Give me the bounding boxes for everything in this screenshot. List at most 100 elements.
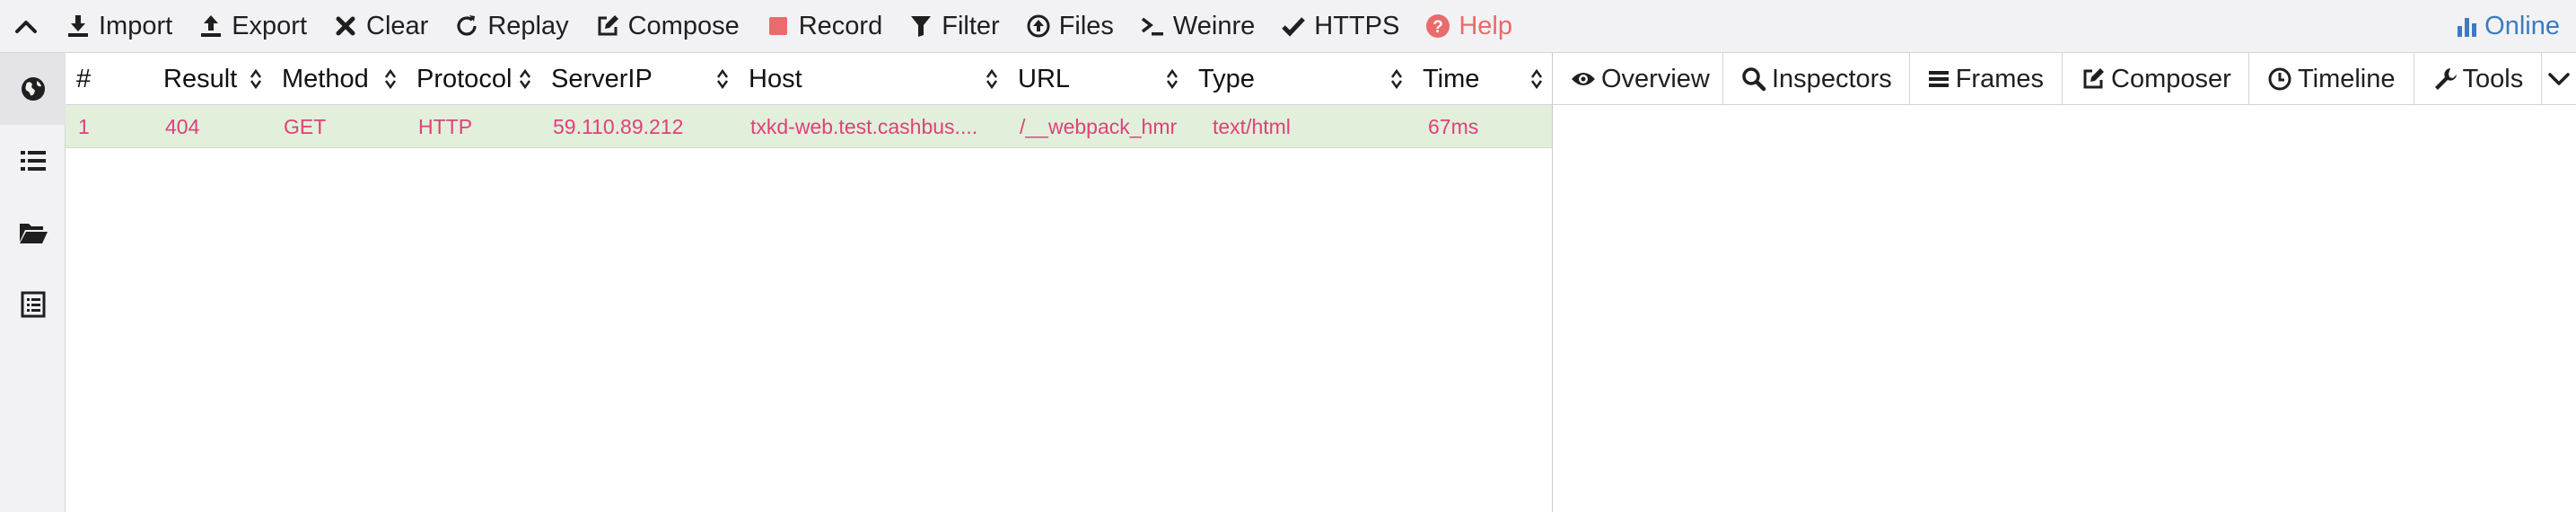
menu-icon [1928,66,1950,92]
column-header-method[interactable]: Method [271,53,406,105]
tab-label: Overview [1601,64,1710,93]
tab-frames[interactable]: Frames [1910,53,2063,105]
question-circle-icon: ? [1424,13,1451,40]
export-button[interactable]: Export [185,0,320,53]
https-button[interactable]: HTTPS [1267,0,1412,53]
filter-button[interactable]: Filter [895,0,1012,53]
column-header-time[interactable]: Time [1412,53,1552,105]
chevron-down-icon [2548,73,2570,85]
column-header-host[interactable]: Host [738,53,1007,105]
files-label: Files [1058,11,1114,40]
table-row[interactable]: 1 404 GET HTTP 59.110.89.212 txkd-web.te… [66,105,1552,148]
column-header-label: Host [749,64,802,93]
online-button[interactable]: Online [2456,0,2560,53]
upload-circle-icon [1025,13,1052,40]
tab-label: Timeline [2298,64,2396,93]
export-icon [197,13,224,40]
check-icon [1280,13,1307,40]
cell-number: 1 [78,114,90,138]
https-label: HTTPS [1314,11,1400,40]
collapse-toolbar-button[interactable] [0,0,52,53]
files-button[interactable]: Files [1012,0,1126,53]
edit-icon [594,13,621,40]
sort-icon [1390,68,1403,90]
edit-icon [2081,66,2106,92]
network-table: # Result Method Protocol ServerIP Host U… [66,53,1553,512]
sort-icon [716,68,729,90]
import-button[interactable]: Import [52,0,185,53]
rail-log-button[interactable] [0,269,66,340]
clock-icon [2267,66,2292,92]
rail-list-button[interactable] [0,125,66,197]
chevron-up-icon [15,21,37,33]
tab-tools[interactable]: Tools [2414,53,2543,105]
column-header-url[interactable]: URL [1007,53,1187,105]
sort-icon [250,68,262,90]
compose-button[interactable]: Compose [582,0,752,53]
sort-icon [519,68,531,90]
import-icon [65,13,92,40]
sort-icon [384,68,397,90]
record-label: Record [798,11,883,40]
tab-label: Frames [1955,64,2044,93]
folder-open-icon [19,224,48,243]
cell-protocol: HTTP [418,114,473,138]
cell-host: txkd-web.test.cashbus.... [750,114,978,138]
column-header-label: Method [282,64,369,93]
cell-method: GET [284,114,327,138]
sort-icon [1530,68,1543,90]
details-panel: Overview Inspectors Frames Composer Time… [1553,53,2576,512]
tab-timeline[interactable]: Timeline [2249,53,2414,105]
weinre-label: Weinre [1172,11,1256,40]
clear-label: Clear [366,11,429,40]
record-button[interactable]: Record [752,0,896,53]
column-header-protocol[interactable]: Protocol [406,53,540,105]
toolbar: Import Export Clear Replay Compose Recor [0,0,2576,53]
clear-button[interactable]: Clear [320,0,441,53]
online-label: Online [2484,12,2560,40]
column-header-type[interactable]: Type [1187,53,1412,105]
globe-icon [21,77,45,101]
help-label: Help [1459,11,1512,40]
close-icon [332,13,359,40]
bar-chart-icon [2456,15,2479,39]
sort-icon [1166,68,1178,90]
filter-label: Filter [942,11,1000,40]
rail-files-button[interactable] [0,197,66,269]
table-header: # Result Method Protocol ServerIP Host U… [66,53,1552,105]
cell-url: /__webpack_hmr [1020,114,1178,138]
tab-label: Inspectors [1772,64,1892,93]
cell-result: 404 [165,114,200,138]
cell-type: text/html [1213,114,1291,138]
column-header-number[interactable]: # [66,53,153,105]
column-header-label: Result [163,64,238,93]
eye-icon [1571,66,1596,92]
tab-composer[interactable]: Composer [2063,53,2249,105]
compose-label: Compose [627,11,740,40]
tab-overview[interactable]: Overview [1553,53,1723,105]
sort-icon [986,68,998,90]
filter-icon [907,13,934,40]
replay-icon [453,13,480,40]
help-button[interactable]: ? Help [1412,0,1525,53]
cell-time: 67ms [1428,114,1479,138]
details-tabs: Overview Inspectors Frames Composer Time… [1553,53,2576,105]
column-header-label: ServerIP [551,64,653,93]
column-header-label: Time [1423,64,1480,93]
list-icon [20,151,46,171]
weinre-button[interactable]: Weinre [1126,0,1267,53]
replay-button[interactable]: Replay [441,0,581,53]
tab-inspectors[interactable]: Inspectors [1723,53,1910,105]
column-header-label: Protocol [416,64,513,93]
cell-serverip: 59.110.89.212 [553,114,684,138]
column-header-result[interactable]: Result [153,53,271,105]
column-header-label: URL [1018,64,1071,93]
column-header-label: Type [1198,64,1255,93]
svg-text:?: ? [1433,18,1444,37]
column-header-serverip[interactable]: ServerIP [540,53,738,105]
rail-network-button[interactable] [0,53,66,125]
terminal-icon [1139,13,1166,40]
tab-label: Tools [2462,64,2524,93]
left-rail [0,53,66,512]
more-tabs-button[interactable] [2542,53,2576,105]
